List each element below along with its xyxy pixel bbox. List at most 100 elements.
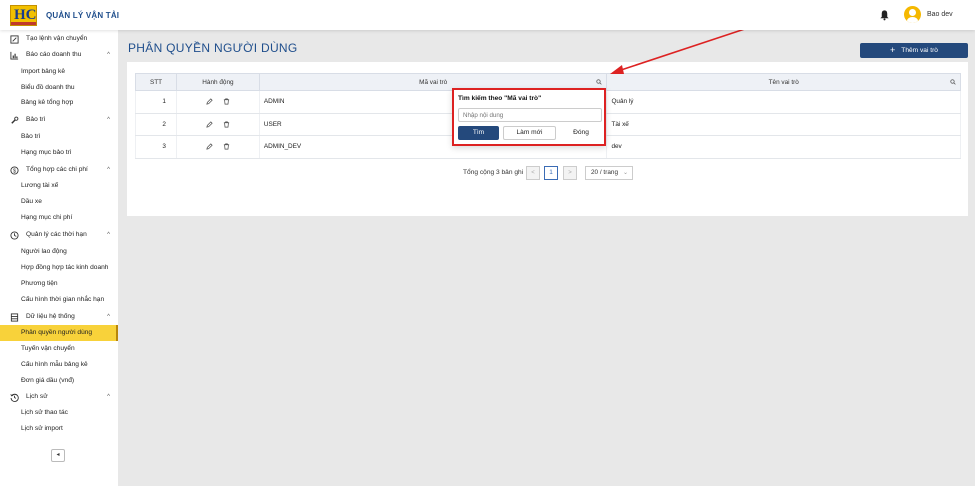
cell-actions	[175, 135, 260, 159]
sidebar-item-lich-su-thao-tac[interactable]: Lịch sử thao tác	[0, 405, 118, 421]
sidebar-item-label: Phân quyền người dùng	[21, 329, 93, 336]
sidebar-item-label: Phương tiện	[21, 280, 58, 287]
sidebar-item-label: Biểu đồ doanh thu	[21, 84, 75, 91]
sidebar-item-bao-tri[interactable]: Bảo trì	[0, 129, 118, 145]
sidebar-item-label: Bảng kê tổng hợp	[21, 99, 74, 106]
clock-icon	[10, 231, 19, 240]
sidebar-item-cau-hinh-mau[interactable]: Cấu hình mẫu bảng kê	[0, 357, 118, 373]
reset-button[interactable]: Làm mới	[503, 126, 556, 140]
edit-square-icon	[10, 35, 19, 44]
sidebar-collapse-button[interactable]: ◂	[51, 449, 65, 462]
sidebar-item-luong-tai-xe[interactable]: Lương tài xế	[0, 178, 118, 194]
user-avatar[interactable]	[904, 6, 921, 23]
dollar-icon: $	[10, 166, 19, 175]
page-title: PHÂN QUYỀN NGƯỜI DÙNG	[128, 41, 298, 55]
plus-icon: +	[890, 45, 896, 55]
cell-role-name: Quản lý	[606, 90, 961, 114]
sidebar-item-label: Lịch sử thao tác	[21, 409, 68, 416]
delete-icon[interactable]	[223, 143, 230, 150]
wrench-icon	[11, 116, 19, 124]
sidebar-item-hang-muc-chi-phi[interactable]: Hạng mục chi phí	[0, 210, 118, 226]
sidebar-item-nguoi-lao-dong[interactable]: Người lao động	[0, 244, 118, 260]
sidebar-item-label: Tổng hợp các chi phí	[26, 166, 88, 173]
cell-role-name: dev	[606, 135, 961, 159]
chevron-up-icon: ^	[107, 52, 110, 58]
sidebar-item-import-bang-ke[interactable]: Import bảng kê	[0, 64, 118, 80]
pagination-prev-button[interactable]: <	[526, 166, 540, 180]
search-input[interactable]	[458, 108, 602, 122]
sidebar-item-phan-quyen[interactable]: Phân quyền người dùng	[0, 325, 118, 341]
column-search-icon[interactable]	[950, 79, 956, 85]
edit-icon[interactable]	[206, 121, 213, 128]
sidebar-group-bao-cao[interactable]: Báo cáo doanh thu ^	[0, 47, 118, 63]
history-icon	[10, 393, 19, 402]
sidebar-group-lich-su[interactable]: Lịch sử ^	[0, 389, 118, 405]
app-title: QUẢN LÝ VẬN TẢI	[46, 11, 120, 20]
sidebar-item-cau-hinh-nhac-han[interactable]: Cấu hình thời gian nhắc hạn	[0, 292, 118, 308]
pagination-page-1[interactable]: 1	[544, 166, 558, 180]
sidebar-item-label: Tạo lệnh vận chuyển	[26, 35, 88, 42]
cell-actions	[175, 113, 260, 136]
cell-actions	[175, 90, 260, 114]
sidebar: Tạo lệnh vận chuyển Báo cáo doanh thu ^ …	[0, 30, 118, 486]
sidebar-group-du-lieu[interactable]: Dữ liệu hệ thống ^	[0, 309, 118, 325]
app-logo[interactable]: HC	[10, 5, 37, 26]
add-role-label: Thêm vai trò	[901, 47, 938, 54]
popover-title: Tìm kiếm theo "Mã vai trò"	[458, 95, 542, 102]
bar-chart-icon	[10, 51, 19, 60]
chevron-up-icon: ^	[107, 232, 110, 238]
sidebar-item-label: Cấu hình thời gian nhắc hạn	[21, 296, 105, 303]
sidebar-item-bang-ke-tong-hop[interactable]: Bảng kê tổng hợp	[0, 95, 118, 111]
search-button[interactable]: Tìm	[458, 126, 499, 140]
sidebar-item-label: Báo cáo doanh thu	[26, 51, 82, 58]
column-header-actions: Hành động	[175, 73, 260, 91]
sidebar-item-label: Lịch sử	[26, 393, 48, 400]
sidebar-item-label: Đơn giá dầu (vnđ)	[21, 377, 75, 384]
chevron-down-icon: ⌄	[622, 170, 628, 176]
sidebar-item-label: Người lao động	[21, 248, 67, 255]
delete-icon[interactable]	[223, 98, 230, 105]
chevron-up-icon: ^	[107, 394, 110, 400]
column-search-icon[interactable]	[596, 79, 603, 85]
sidebar-group-bao-tri[interactable]: Bảo trì ^	[0, 112, 118, 128]
user-name[interactable]: Bao dev	[927, 11, 953, 18]
sidebar-item-dau-xe[interactable]: Dầu xe	[0, 194, 118, 210]
page-size-value: 20 / trang	[591, 169, 619, 176]
sidebar-item-lich-su-import[interactable]: Lịch sử import	[0, 421, 118, 437]
sidebar-item-label: Import bảng kê	[21, 68, 65, 75]
sidebar-item-tao-lenh[interactable]: Tạo lệnh vận chuyển	[0, 31, 118, 47]
svg-text:$: $	[13, 169, 16, 175]
sidebar-item-label: Dữ liệu hệ thống	[26, 313, 75, 320]
page-size-select[interactable]: 20 / trang ⌄	[585, 166, 633, 180]
sidebar-item-label: Hạng mục bảo trì	[21, 149, 72, 156]
chevron-up-icon: ^	[107, 167, 110, 173]
sidebar-item-label: Dầu xe	[21, 198, 42, 205]
bell-icon[interactable]	[879, 9, 890, 21]
sidebar-item-hang-muc-bao-tri[interactable]: Hạng mục bảo trì	[0, 145, 118, 161]
sidebar-item-tuyen-van-chuyen[interactable]: Tuyến vận chuyển	[0, 341, 118, 357]
sidebar-group-thoi-han[interactable]: Quản lý các thời hạn ^	[0, 227, 118, 243]
sidebar-item-label: Bảo trì	[26, 116, 46, 123]
chevron-up-icon: ^	[107, 314, 110, 320]
sidebar-item-hop-dong[interactable]: Hợp đồng hợp tác kinh doanh	[0, 260, 118, 276]
pagination-total: Tổng cộng 3 bản ghi	[463, 169, 524, 176]
sidebar-item-label: Hợp đồng hợp tác kinh doanh	[21, 264, 109, 271]
column-header-label: Mã vai trò	[419, 78, 448, 86]
sidebar-item-label: Tuyến vận chuyển	[21, 345, 75, 352]
sidebar-item-label: Bảo trì	[21, 133, 41, 140]
column-search-popover: Tìm kiếm theo "Mã vai trò" Tìm Làm mới Đ…	[452, 88, 606, 146]
sidebar-item-label: Cấu hình mẫu bảng kê	[21, 361, 88, 368]
sidebar-group-chi-phi[interactable]: $ Tổng hợp các chi phí ^	[0, 162, 118, 178]
column-header-label: Tên vai trò	[768, 78, 799, 86]
edit-icon[interactable]	[206, 143, 213, 150]
pagination-next-button[interactable]: >	[563, 166, 577, 180]
sidebar-item-don-gia-dau[interactable]: Đơn giá dầu (vnđ)	[0, 373, 118, 389]
sidebar-item-label: Hạng mục chi phí	[21, 214, 73, 221]
close-button[interactable]: Đóng	[560, 126, 602, 140]
sidebar-item-bieu-do[interactable]: Biểu đồ doanh thu	[0, 80, 118, 96]
edit-icon[interactable]	[206, 98, 213, 105]
cell-stt: 3	[135, 135, 177, 159]
add-role-button[interactable]: + Thêm vai trò	[860, 43, 968, 58]
delete-icon[interactable]	[223, 121, 230, 128]
sidebar-item-phuong-tien[interactable]: Phương tiện	[0, 276, 118, 292]
